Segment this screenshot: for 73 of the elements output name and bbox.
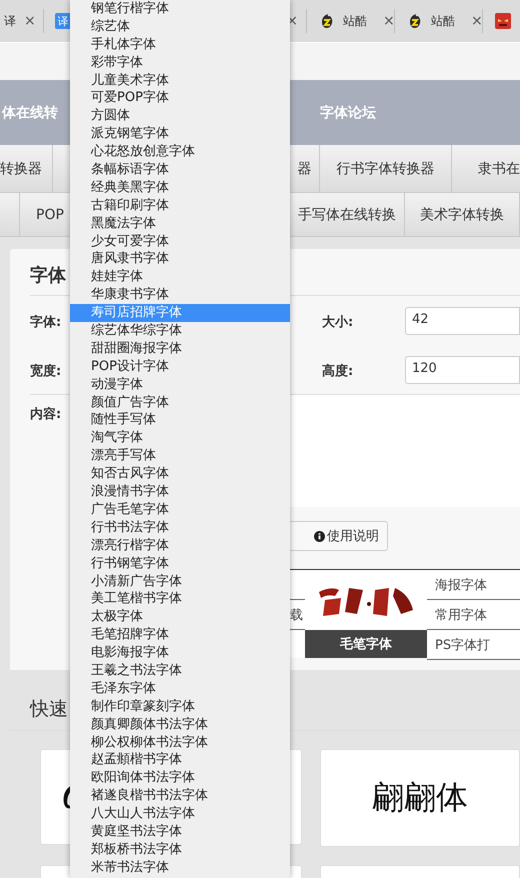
download-link[interactable]: PS字体打 bbox=[435, 636, 490, 654]
dropdown-option[interactable]: 黄庭坚书法字体 bbox=[70, 822, 290, 841]
dropdown-option[interactable]: 褚遂良楷书书法字体 bbox=[70, 787, 290, 806]
dropdown-option[interactable]: 广告毛笔字体 bbox=[70, 500, 290, 519]
dropdown-option[interactable]: 美工笔楷书字体 bbox=[70, 590, 290, 608]
close-icon[interactable]: × bbox=[471, 13, 483, 29]
size-field[interactable]: 42 bbox=[405, 306, 520, 334]
dropdown-option[interactable]: 淘气字体 bbox=[70, 429, 290, 448]
flame-icon bbox=[407, 13, 423, 29]
dropdown-option[interactable]: 条幅标语字体 bbox=[70, 161, 290, 179]
dropdown-option[interactable]: 古籍印刷字体 bbox=[70, 196, 290, 215]
info-icon bbox=[314, 530, 325, 542]
dropdown-option[interactable]: 甜甜圈海报字体 bbox=[70, 340, 290, 358]
dropdown-option[interactable]: 颜真卿颜体书法字体 bbox=[70, 716, 290, 734]
font-sample: 翩翩体 bbox=[372, 777, 468, 818]
category-label[interactable]: 毛笔字体 bbox=[305, 630, 427, 658]
dropdown-option[interactable]: 知否古风字体 bbox=[70, 465, 290, 484]
dropdown-option[interactable]: 彩带字体 bbox=[70, 54, 290, 72]
dropdown-option[interactable]: 可爱POP字体 bbox=[70, 89, 290, 108]
dropdown-option[interactable]: 少女可爱字体 bbox=[70, 232, 290, 250]
dropdown-option[interactable]: 钢笔行楷字体 bbox=[70, 0, 290, 18]
field-label: 内容: bbox=[30, 407, 62, 422]
tab-title[interactable]: 站酷 bbox=[343, 12, 367, 30]
height-field[interactable]: 120 bbox=[405, 356, 520, 384]
dropdown-option[interactable]: 颜值广告字体 bbox=[70, 394, 290, 412]
monster-icon bbox=[495, 13, 511, 29]
dropdown-option[interactable]: 娃娃字体 bbox=[70, 268, 290, 286]
download-link[interactable]: 常用字体 bbox=[435, 606, 487, 624]
dropdown-option[interactable]: 随性手写体 bbox=[70, 411, 290, 430]
close-icon[interactable]: × bbox=[383, 13, 395, 29]
dropdown-option[interactable]: 米芾书法字体 bbox=[70, 858, 290, 877]
dropdown-option[interactable]: 柳公权柳体书法字体 bbox=[70, 734, 290, 752]
dropdown-option[interactable]: 郑板桥书法字体 bbox=[70, 840, 290, 859]
dropdown-option[interactable]: 动漫字体 bbox=[70, 376, 290, 394]
dropdown-option[interactable]: 八大山人书法字体 bbox=[70, 805, 290, 823]
dropdown-option[interactable]: 欧阳询体书法字体 bbox=[70, 769, 290, 788]
flame-icon bbox=[319, 13, 335, 29]
dropdown-option[interactable]: 行书钢笔字体 bbox=[70, 554, 290, 572]
converter-tab[interactable]: 美术字体转换 bbox=[405, 193, 520, 236]
download-link[interactable]: 海报字体 bbox=[435, 576, 487, 594]
dropdown-option[interactable]: 浪漫情书字体 bbox=[70, 483, 290, 501]
dropdown-option[interactable]: 派克钢笔字体 bbox=[70, 125, 290, 144]
download-link[interactable]: 载 bbox=[290, 606, 303, 624]
dropdown-option[interactable]: 心花怒放创意字体 bbox=[70, 143, 290, 162]
dropdown-option[interactable]: POP设计字体 bbox=[70, 358, 290, 376]
converter-tab[interactable]: 隶书在 bbox=[452, 145, 520, 192]
dropdown-option[interactable]: 黑魔法字体 bbox=[70, 214, 290, 233]
dropdown-option[interactable]: 方圆体 bbox=[70, 107, 290, 126]
close-icon[interactable]: × bbox=[24, 13, 36, 29]
converter-tab[interactable]: 转换器 bbox=[0, 145, 53, 192]
dropdown-option[interactable]: 制作印章篆刻字体 bbox=[70, 698, 290, 716]
dropdown-option[interactable]: 经典美黑字体 bbox=[70, 178, 290, 197]
field-label: 高度: bbox=[322, 364, 354, 378]
dropdown-option[interactable]: 毛笔招牌字体 bbox=[70, 626, 290, 644]
tab-title[interactable]: 译 bbox=[4, 12, 16, 30]
dropdown-option[interactable]: 太极字体 bbox=[70, 608, 290, 626]
font-card[interactable]: 翩翩体 bbox=[320, 749, 520, 847]
dropdown-option[interactable]: 毛泽东字体 bbox=[70, 680, 290, 698]
dropdown-option[interactable]: 电影海报字体 bbox=[70, 644, 290, 662]
converter-tab[interactable]: 行书字体转换器 bbox=[320, 145, 452, 192]
dropdown-option[interactable]: 综艺体华综字体 bbox=[70, 322, 290, 340]
tab-title[interactable]: 站酷 bbox=[431, 12, 455, 30]
dropdown-option[interactable]: 儿童美术字体 bbox=[70, 72, 290, 90]
content-field[interactable] bbox=[290, 395, 520, 507]
translate-icon: 译 bbox=[55, 13, 71, 29]
dropdown-option[interactable]: 赵孟頫楷书字体 bbox=[70, 751, 290, 770]
dropdown-option[interactable]: 漂亮手写体 bbox=[70, 447, 290, 466]
field-label: 字体: bbox=[30, 314, 62, 330]
dropdown-option[interactable]: 小清新广告字体 bbox=[70, 572, 290, 590]
dropdown-option[interactable]: 手札体字体 bbox=[70, 36, 290, 54]
field-label: 宽度: bbox=[30, 364, 62, 378]
field-label: 大小: bbox=[322, 314, 354, 330]
dropdown-option[interactable]: 综艺体 bbox=[70, 18, 290, 36]
